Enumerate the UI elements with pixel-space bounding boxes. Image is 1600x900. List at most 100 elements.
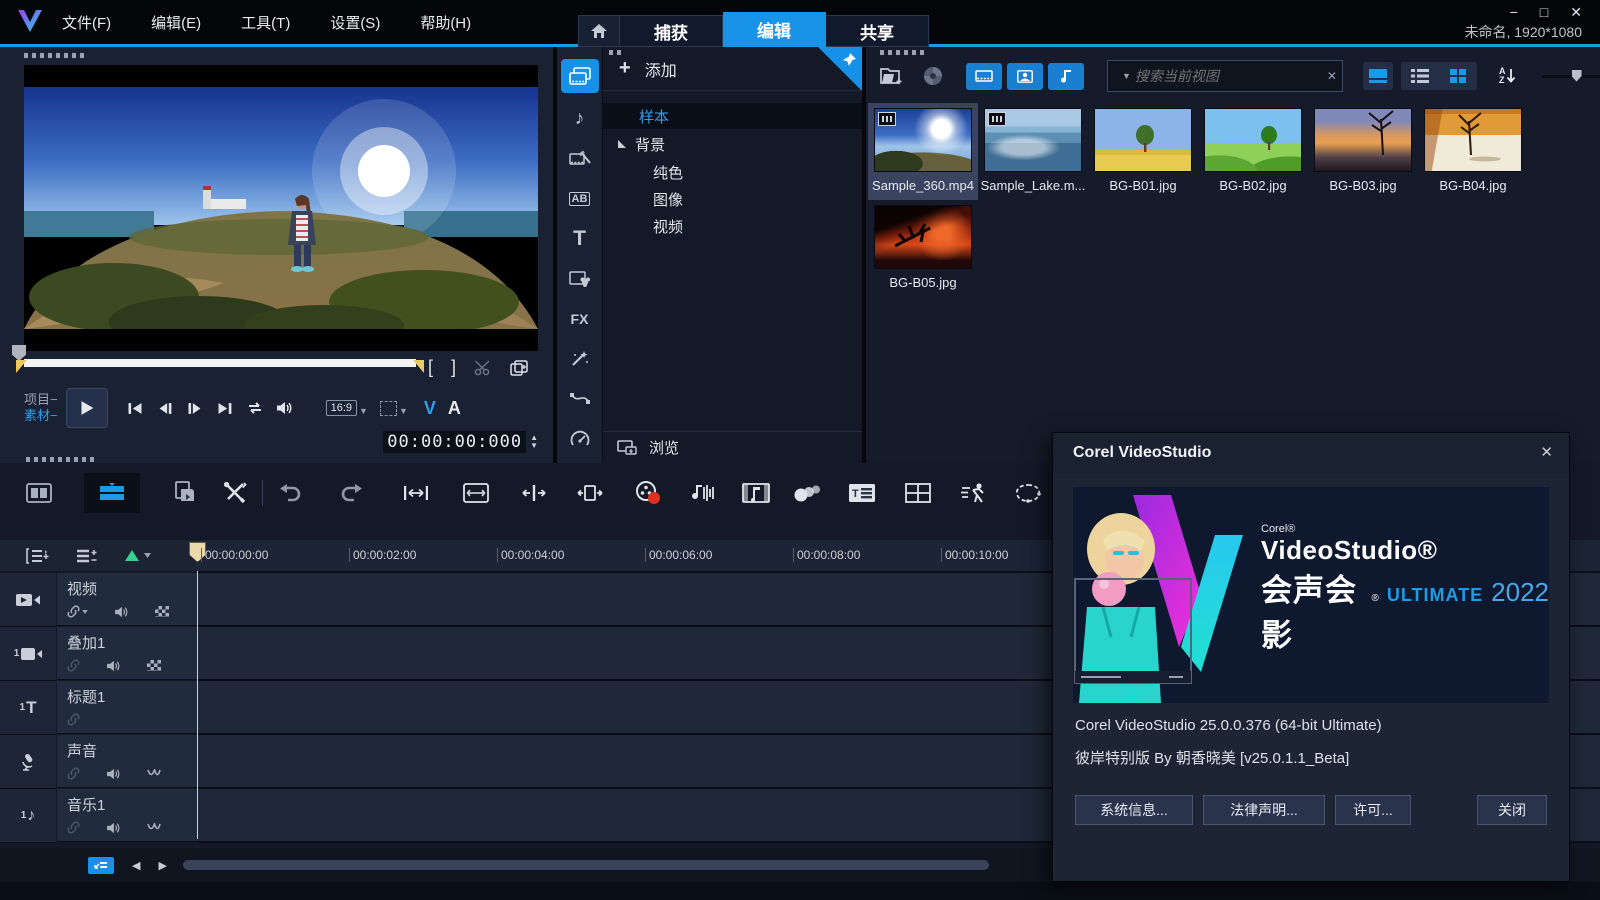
batch-convert-icon[interactable] xyxy=(168,476,202,510)
mute-toggle[interactable] xyxy=(106,822,121,834)
close-button[interactable]: ✕ xyxy=(1570,4,1582,21)
motion-tracking-icon[interactable] xyxy=(791,476,825,510)
mixed-tools-icon[interactable] xyxy=(218,476,252,510)
filter-audio-button[interactable] xyxy=(1048,63,1084,90)
music-track-icon[interactable]: 1 ♪ xyxy=(0,789,56,843)
horizontal-scrollbar[interactable] xyxy=(183,860,989,870)
audio-icon[interactable]: ♪ xyxy=(561,99,599,139)
license-button[interactable]: 许可... xyxy=(1335,795,1411,825)
library-folder-samples[interactable]: 样本 xyxy=(603,103,862,129)
instant-project-icon[interactable] xyxy=(561,139,599,179)
redo-icon[interactable] xyxy=(335,476,369,510)
waveform-toggle[interactable] xyxy=(147,769,161,778)
transition-icon[interactable]: AB xyxy=(561,179,599,219)
slider-knob[interactable] xyxy=(1572,70,1582,82)
prev-frame-button[interactable] xyxy=(150,395,180,421)
search-scope-dropdown[interactable]: ▼ xyxy=(1122,71,1131,81)
dialog-header[interactable]: Corel VideoStudio ✕ xyxy=(1053,433,1569,473)
marquee-select-tool[interactable] xyxy=(380,401,397,416)
overlay-track-icon[interactable]: 1 xyxy=(0,627,56,681)
menu-help[interactable]: 帮助(H) xyxy=(420,12,471,33)
subtitle-editor-icon[interactable]: T xyxy=(845,476,879,510)
seek-bar[interactable] xyxy=(24,359,416,367)
repeat-button[interactable] xyxy=(240,395,270,421)
track-header[interactable]: 标题1 xyxy=(57,681,197,734)
library-folder-background[interactable]: 背景 xyxy=(603,131,862,157)
add-folder-row[interactable]: + 添加 xyxy=(603,47,862,91)
menu-tools[interactable]: 工具(T) xyxy=(241,12,290,33)
mute-toggle[interactable] xyxy=(106,768,121,780)
undo-icon[interactable] xyxy=(273,476,307,510)
link-toggle[interactable] xyxy=(67,605,88,618)
library-folder-solid-color[interactable]: 纯色 xyxy=(603,159,862,185)
timecode-display[interactable]: 00:00:00:000 xyxy=(383,431,526,453)
import-media-button[interactable] xyxy=(880,66,904,86)
browse-row[interactable]: 浏览 xyxy=(603,431,862,463)
overlay-icon[interactable] xyxy=(561,259,599,299)
media-item[interactable]: Sample_360.mp4 xyxy=(868,103,978,200)
timecode-spinner[interactable]: ▲▼ xyxy=(530,434,538,450)
mark-in-button[interactable]: [ xyxy=(428,357,433,378)
storyboard-view-icon[interactable] xyxy=(22,476,56,510)
fit-project-icon[interactable] xyxy=(399,476,433,510)
media-item[interactable]: Sample_Lake.m... xyxy=(978,103,1088,200)
motion-path-icon[interactable] xyxy=(561,379,599,419)
aspect-dropdown-icon[interactable]: ▼ xyxy=(359,406,368,416)
dialog-close-button[interactable]: ✕ xyxy=(1540,443,1553,461)
split-track-icon[interactable] xyxy=(517,476,551,510)
grid-view-button[interactable] xyxy=(1439,62,1477,90)
go-end-button[interactable] xyxy=(210,395,240,421)
minimize-button[interactable]: − xyxy=(1510,4,1518,21)
audio-toggle[interactable]: A xyxy=(448,398,461,419)
title-track-icon[interactable]: 1 T xyxy=(0,681,56,735)
track-header[interactable]: 声音 xyxy=(57,735,197,788)
expanded-arrow-icon[interactable] xyxy=(617,139,627,149)
vqs-toggle[interactable]: V xyxy=(424,398,436,419)
tab-capture[interactable]: 捕获 xyxy=(620,15,723,47)
close-dialog-button[interactable]: 关闭 xyxy=(1477,795,1547,825)
scroll-left-button[interactable]: ◀ xyxy=(132,859,140,872)
library-folder-video[interactable]: 视频 xyxy=(603,213,862,239)
maximize-button[interactable]: □ xyxy=(1540,4,1548,21)
track-header[interactable]: 叠加1 xyxy=(57,627,197,680)
media-item[interactable]: BG-B05.jpg xyxy=(868,200,978,297)
playhead-line[interactable] xyxy=(197,571,198,839)
mode-clip[interactable]: 素材− xyxy=(24,408,58,424)
auto-music-icon[interactable] xyxy=(739,476,773,510)
library-folder-image[interactable]: 图像 xyxy=(603,186,862,212)
ripple-editing-toggle[interactable] xyxy=(124,549,151,562)
menu-settings[interactable]: 设置(S) xyxy=(330,12,380,33)
media-item[interactable]: BG-B03.jpg xyxy=(1308,103,1418,200)
time-remapping-icon[interactable] xyxy=(957,476,991,510)
link-toggle[interactable] xyxy=(67,767,80,780)
legal-notice-button[interactable]: 法律声明... xyxy=(1203,795,1325,825)
speed-icon[interactable] xyxy=(561,419,599,459)
media-item[interactable]: BG-B01.jpg xyxy=(1088,103,1198,200)
record-capture-icon[interactable] xyxy=(631,476,665,510)
go-start-button[interactable] xyxy=(120,395,150,421)
menu-file[interactable]: 文件(F) xyxy=(62,12,111,33)
voice-track-icon[interactable] xyxy=(0,735,56,789)
split-screen-template-icon[interactable] xyxy=(901,476,935,510)
next-frame-button[interactable] xyxy=(180,395,210,421)
marquee-dropdown-icon[interactable]: ▼ xyxy=(399,406,408,416)
panel-grip[interactable] xyxy=(24,53,84,58)
mute-toggle[interactable] xyxy=(106,660,121,672)
filter-videos-button[interactable] xyxy=(966,63,1002,90)
volume-button[interactable] xyxy=(270,395,300,421)
track-manager-icon[interactable] xyxy=(26,548,50,564)
track-transparency-toggle[interactable] xyxy=(155,606,169,617)
sound-mixer-icon[interactable] xyxy=(685,476,719,510)
thumbnail-title-view-button[interactable] xyxy=(1363,62,1393,90)
mask-creator-icon[interactable] xyxy=(1011,476,1045,510)
thumbnail-size-slider[interactable] xyxy=(1542,75,1600,78)
trim-end-handle[interactable] xyxy=(413,360,424,373)
media-item[interactable]: BG-B04.jpg xyxy=(1418,103,1528,200)
link-toggle[interactable] xyxy=(67,659,80,672)
track-header[interactable]: 视频 xyxy=(57,573,197,626)
split-clip-icon[interactable] xyxy=(474,360,492,376)
title-icon[interactable]: T xyxy=(561,219,599,259)
preview-video[interactable] xyxy=(24,65,538,351)
tab-edit[interactable]: 编辑 xyxy=(723,12,826,47)
link-toggle[interactable] xyxy=(67,713,80,726)
